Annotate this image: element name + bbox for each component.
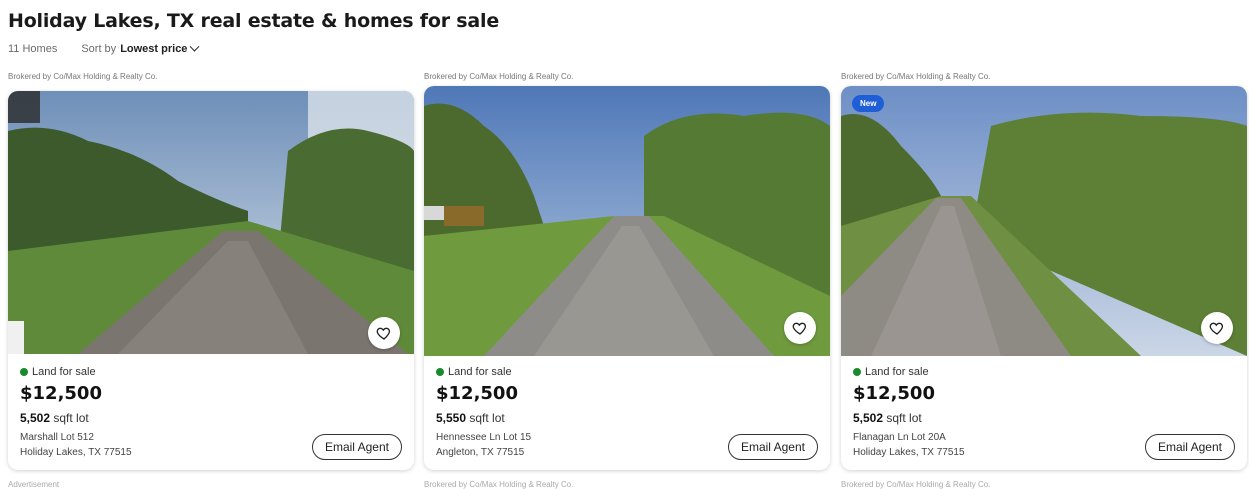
brokered-by: Brokered by Co/Max Holding & Realty Co.	[841, 480, 991, 489]
email-agent-button[interactable]: Email Agent	[727, 434, 818, 460]
lot-size-value: 5,550	[436, 411, 467, 425]
address-line1: Flanagan Ln Lot 20A	[853, 432, 946, 443]
sort-dropdown[interactable]: Sort by Lowest price	[81, 41, 200, 55]
listing-price: $12,500	[436, 383, 518, 404]
brokered-by: Brokered by Co/Max Holding & Realty Co.	[424, 480, 574, 489]
listing-price: $12,500	[853, 383, 935, 404]
favorite-button[interactable]	[368, 317, 400, 349]
email-agent-button[interactable]: Email Agent	[1144, 434, 1235, 460]
address-line2: Holiday Lakes, TX 77515	[853, 447, 965, 458]
listing-card[interactable]: Land for sale $12,500 5,502 sqft lot Mar…	[8, 91, 414, 470]
lot-size-unit: sqft lot	[886, 411, 922, 425]
brokered-by: Brokered by Co/Max Holding & Realty Co.	[8, 72, 158, 81]
listing-card[interactable]: New Land for sale $12,500 5,502 sqft lot…	[841, 86, 1247, 470]
sort-value: Lowest price	[120, 43, 188, 55]
lot-size: 5,502 sqft lot	[20, 411, 89, 425]
favorite-button[interactable]	[784, 312, 816, 344]
status-dot	[20, 368, 28, 376]
listing-card[interactable]: Land for sale $12,500 5,550 sqft lot Hen…	[424, 86, 830, 470]
address-line1: Hennessee Ln Lot 15	[436, 432, 532, 443]
advertisement-label: Advertisement	[8, 480, 60, 489]
lot-size-unit: sqft lot	[469, 411, 505, 425]
lot-size: 5,550 sqft lot	[436, 411, 505, 425]
listing-status: Land for sale	[853, 366, 929, 378]
listing-status: Land for sale	[436, 366, 512, 378]
page-title: Holiday Lakes, TX real estate & homes fo…	[8, 10, 500, 32]
lot-size-value: 5,502	[853, 411, 884, 425]
lot-size: 5,502 sqft lot	[853, 411, 922, 425]
sort-label: Sort by	[81, 43, 117, 55]
heart-outline-icon	[1209, 322, 1224, 335]
address-line2: Angleton, TX 77515	[436, 447, 525, 458]
results-toolbar: 11 Homes Sort by Lowest price	[8, 41, 200, 55]
email-agent-button[interactable]: Email Agent	[311, 434, 402, 460]
brokered-by: Brokered by Co/Max Holding & Realty Co.	[841, 72, 991, 81]
listing-status: Land for sale	[20, 366, 96, 378]
chevron-down-icon	[189, 41, 200, 52]
listing-photo[interactable]	[424, 86, 830, 356]
status-label: Land for sale	[865, 366, 929, 378]
status-label: Land for sale	[32, 366, 96, 378]
brokered-by: Brokered by Co/Max Holding & Realty Co.	[424, 72, 574, 81]
listing-price: $12,500	[20, 383, 102, 404]
listing-photo[interactable]	[8, 91, 414, 354]
heart-outline-icon	[376, 327, 391, 340]
listing-photo[interactable]	[841, 86, 1247, 356]
favorite-button[interactable]	[1201, 312, 1233, 344]
lot-size-unit: sqft lot	[53, 411, 89, 425]
heart-outline-icon	[792, 322, 807, 335]
new-badge: New	[852, 95, 885, 112]
status-dot	[853, 368, 861, 376]
status-label: Land for sale	[448, 366, 512, 378]
address-line2: Holiday Lakes, TX 77515	[20, 447, 132, 458]
status-dot	[436, 368, 444, 376]
address-line1: Marshall Lot 512	[20, 432, 94, 443]
lot-size-value: 5,502	[20, 411, 51, 425]
results-count: 11 Homes	[8, 43, 58, 55]
